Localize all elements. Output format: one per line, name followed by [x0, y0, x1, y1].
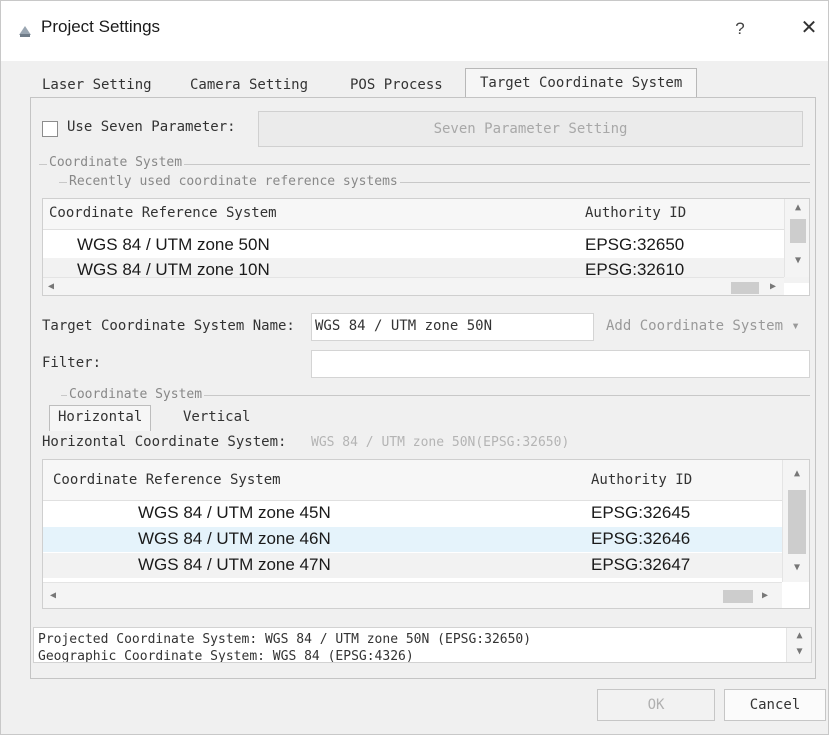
tab-laser-setting[interactable]: Laser Setting — [42, 77, 152, 93]
filter-input[interactable] — [311, 350, 810, 378]
crs-info-box: Projected Coordinate System: WGS 84 / UT… — [33, 627, 812, 663]
project-settings-dialog: Project Settings ? ✕ Laser Setting Camer… — [0, 0, 829, 735]
tab-horizontal[interactable]: Horizontal — [49, 405, 152, 431]
tab-vertical[interactable]: Vertical — [183, 409, 250, 425]
app-icon — [19, 26, 31, 37]
table-header: Coordinate Reference System Authority ID — [43, 460, 809, 501]
scroll-left-icon[interactable]: ◀ — [47, 590, 59, 601]
crs-cell: WGS 84 / UTM zone 47N — [138, 555, 331, 574]
horizontal-crs-label: Horizontal Coordinate System: — [42, 434, 287, 450]
scroll-thumb[interactable] — [723, 590, 753, 603]
table-row[interactable]: WGS 84 / UTM zone 45N EPSG:32645 — [43, 501, 809, 526]
dialog-title: Project Settings — [41, 17, 161, 36]
tab-pos-process[interactable]: POS Process — [350, 77, 443, 93]
help-button[interactable]: ? — [726, 15, 754, 43]
filter-label: Filter: — [42, 355, 102, 371]
use-seven-parameter-label: Use Seven Parameter: — [67, 119, 236, 135]
scroll-up-icon[interactable]: ▲ — [785, 202, 809, 213]
column-header-crs[interactable]: Coordinate Reference System — [53, 472, 281, 488]
table-row[interactable]: WGS 84 / UTM zone 50N EPSG:32650 — [43, 233, 809, 258]
use-seven-parameter-checkbox[interactable] — [42, 121, 58, 137]
tab-camera-setting[interactable]: Camera Setting — [190, 77, 308, 93]
column-header-authority-id[interactable]: Authority ID — [591, 472, 692, 488]
scroll-thumb[interactable] — [731, 282, 759, 294]
crs-table: Coordinate Reference System Authority ID… — [42, 459, 810, 609]
scroll-thumb[interactable] — [790, 219, 806, 243]
cancel-button[interactable]: Cancel — [724, 689, 826, 721]
scroll-down-icon[interactable]: ▼ — [783, 562, 809, 573]
horizontal-crs-value: WGS 84 / UTM zone 50N(EPSG:32650) — [311, 435, 570, 450]
scroll-right-icon[interactable]: ▶ — [767, 281, 779, 292]
vertical-scrollbar[interactable]: ▲ ▼ — [784, 199, 809, 277]
crs-cell: WGS 84 / UTM zone 45N — [138, 503, 331, 522]
target-crs-name-label: Target Coordinate System Name: — [42, 318, 295, 334]
crs-cell: WGS 84 / UTM zone 50N — [77, 235, 270, 254]
authority-id-cell: EPSG:32647 — [591, 555, 691, 574]
recent-crs-table: Coordinate Reference System Authority ID… — [42, 198, 810, 296]
table-header: Coordinate Reference System Authority ID — [43, 199, 809, 230]
scroll-left-icon[interactable]: ◀ — [45, 281, 57, 292]
crs-cell: WGS 84 / UTM zone 46N — [138, 529, 331, 548]
sub-coordinate-system-group-title: Coordinate System — [67, 387, 205, 402]
scroll-down-icon[interactable]: ▼ — [787, 646, 811, 657]
close-button[interactable]: ✕ — [795, 13, 823, 41]
recent-crs-group-title: Recently used coordinate reference syste… — [67, 174, 400, 189]
scroll-up-icon[interactable]: ▲ — [787, 630, 811, 641]
title-bar: Project Settings ? ✕ — [1, 1, 828, 61]
authority-id-cell: EPSG:32646 — [591, 529, 691, 548]
seven-parameter-setting-button[interactable]: Seven Parameter Setting — [258, 111, 803, 147]
ok-button[interactable]: OK — [597, 689, 715, 721]
table-row[interactable]: WGS 84 / UTM zone 47N EPSG:32647 — [43, 553, 809, 578]
horizontal-scrollbar[interactable]: ◀ ▶ — [43, 582, 782, 608]
horizontal-scrollbar[interactable]: ◀ ▶ — [43, 277, 784, 295]
coordinate-system-group-title: Coordinate System — [47, 155, 185, 170]
vertical-scrollbar[interactable]: ▲ ▼ — [782, 460, 809, 582]
scroll-right-icon[interactable]: ▶ — [759, 590, 771, 601]
authority-id-cell: EPSG:32645 — [591, 503, 691, 522]
column-header-authority-id[interactable]: Authority ID — [585, 205, 686, 221]
scroll-down-icon[interactable]: ▼ — [785, 255, 809, 266]
vertical-scrollbar[interactable]: ▲ ▼ — [786, 628, 811, 662]
target-crs-name-input[interactable]: WGS 84 / UTM zone 50N — [311, 313, 594, 341]
add-coordinate-system-button[interactable]: Add Coordinate System ▾ — [606, 318, 800, 334]
scroll-up-icon[interactable]: ▲ — [783, 468, 809, 479]
table-row[interactable]: WGS 84 / UTM zone 46N EPSG:32646 — [43, 527, 809, 552]
projected-crs-text: Projected Coordinate System: WGS 84 / UT… — [38, 632, 532, 647]
geographic-crs-text: Geographic Coordinate System: WGS 84 (EP… — [38, 649, 414, 663]
column-header-crs[interactable]: Coordinate Reference System — [49, 205, 277, 221]
tab-target-coordinate-system[interactable]: Target Coordinate System — [465, 68, 698, 97]
authority-id-cell: EPSG:32650 — [585, 235, 685, 254]
scroll-thumb[interactable] — [788, 490, 806, 554]
